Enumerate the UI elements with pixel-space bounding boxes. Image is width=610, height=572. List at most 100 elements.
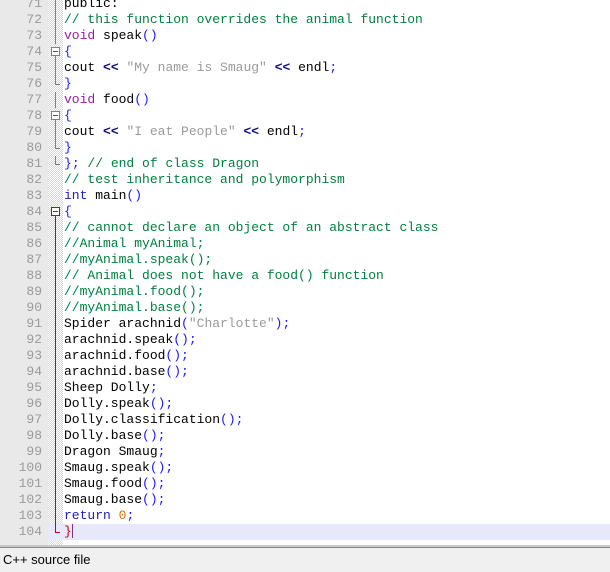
code-line[interactable]: 102 Smaug.base(); xyxy=(0,492,610,508)
code-text[interactable]: //myAnimal.speak(); xyxy=(63,252,610,268)
code-line[interactable]: 74 { xyxy=(0,44,610,60)
code-line[interactable]: 104} xyxy=(0,524,610,540)
code-text[interactable]: return 0; xyxy=(63,508,610,524)
code-line[interactable]: 95 Sheep Dolly; xyxy=(0,380,610,396)
line-number[interactable]: 85 xyxy=(0,220,48,236)
code-text[interactable]: Dolly.base(); xyxy=(63,428,610,444)
line-number[interactable]: 75 xyxy=(0,60,48,76)
fold-collapse-icon[interactable] xyxy=(51,47,60,56)
code-text[interactable]: }; // end of class Dragon xyxy=(63,156,610,172)
code-text[interactable]: Sheep Dolly; xyxy=(63,380,610,396)
code-line[interactable]: 96 Dolly.speak(); xyxy=(0,396,610,412)
code-text[interactable]: Dragon Smaug; xyxy=(63,444,610,460)
code-line[interactable]: 93 arachnid.food(); xyxy=(0,348,610,364)
code-text[interactable]: arachnid.base(); xyxy=(63,364,610,380)
fold-margin[interactable] xyxy=(48,460,63,476)
line-number[interactable]: 95 xyxy=(0,380,48,396)
line-number[interactable]: 88 xyxy=(0,268,48,284)
code-line[interactable]: 78 { xyxy=(0,108,610,124)
code-text[interactable]: Smaug.speak(); xyxy=(63,460,610,476)
code-text[interactable]: //myAnimal.food(); xyxy=(63,284,610,300)
code-text[interactable]: void food() xyxy=(63,92,610,108)
line-number[interactable]: 99 xyxy=(0,444,48,460)
fold-margin[interactable] xyxy=(48,44,63,60)
line-number[interactable]: 91 xyxy=(0,316,48,332)
fold-margin[interactable] xyxy=(48,204,63,220)
code-text[interactable]: Dolly.classification(); xyxy=(63,412,610,428)
code-line[interactable]: 87 //myAnimal.speak(); xyxy=(0,252,610,268)
fold-margin[interactable] xyxy=(48,236,63,252)
fold-margin[interactable] xyxy=(48,284,63,300)
fold-margin[interactable] xyxy=(48,380,63,396)
code-text[interactable]: } xyxy=(63,140,610,156)
line-number[interactable]: 103 xyxy=(0,508,48,524)
fold-margin[interactable] xyxy=(48,140,63,156)
code-line[interactable]: 71 public: xyxy=(0,0,610,12)
line-number[interactable]: 101 xyxy=(0,476,48,492)
code-line[interactable]: 88 // Animal does not have a food() funct… xyxy=(0,268,610,284)
code-line[interactable]: 73 void speak() xyxy=(0,28,610,44)
fold-margin[interactable] xyxy=(48,12,63,28)
code-line[interactable]: 76} xyxy=(0,76,610,92)
line-number[interactable]: 96 xyxy=(0,396,48,412)
code-text[interactable]: // cannot declare an object of an abstra… xyxy=(63,220,610,236)
code-text[interactable]: public: xyxy=(63,0,610,12)
fold-margin[interactable] xyxy=(48,252,63,268)
code-line[interactable]: 83 int main() xyxy=(0,188,610,204)
fold-margin[interactable] xyxy=(48,172,63,188)
code-line[interactable]: 99 Dragon Smaug; xyxy=(0,444,610,460)
code-line[interactable]: 89 //myAnimal.food(); xyxy=(0,284,610,300)
line-number[interactable]: 78 xyxy=(0,108,48,124)
code-line[interactable]: 82 // test inheritance and polymorphism xyxy=(0,172,610,188)
code-text[interactable]: Dolly.speak(); xyxy=(63,396,610,412)
code-line[interactable]: 101 Smaug.food(); xyxy=(0,476,610,492)
fold-margin[interactable] xyxy=(48,60,63,76)
code-text[interactable]: //Animal myAnimal; xyxy=(63,236,610,252)
line-number[interactable]: 98 xyxy=(0,428,48,444)
code-line[interactable]: 81}; // end of class Dragon xyxy=(0,156,610,172)
fold-margin[interactable] xyxy=(48,364,63,380)
line-number[interactable]: 97 xyxy=(0,412,48,428)
code-line[interactable]: 94 arachnid.base(); xyxy=(0,364,610,380)
line-number[interactable]: 72 xyxy=(0,12,48,28)
fold-margin[interactable] xyxy=(48,28,63,44)
line-number[interactable]: 94 xyxy=(0,364,48,380)
fold-margin[interactable] xyxy=(48,300,63,316)
code-text[interactable]: Smaug.base(); xyxy=(63,492,610,508)
fold-collapse-icon[interactable] xyxy=(51,111,60,120)
code-text[interactable]: Spider arachnid("Charlotte"); xyxy=(63,316,610,332)
code-line[interactable]: 85 // cannot declare an object of an abst… xyxy=(0,220,610,236)
line-number[interactable]: 104 xyxy=(0,524,48,540)
line-number[interactable]: 77 xyxy=(0,92,48,108)
code-text[interactable]: Smaug.food(); xyxy=(63,476,610,492)
code-line[interactable]: 92 arachnid.speak(); xyxy=(0,332,610,348)
line-number[interactable]: 90 xyxy=(0,300,48,316)
line-number[interactable]: 79 xyxy=(0,124,48,140)
code-line[interactable]: 84 { xyxy=(0,204,610,220)
code-line[interactable]: 79 cout << "I eat People" << endl; xyxy=(0,124,610,140)
line-number[interactable]: 102 xyxy=(0,492,48,508)
code-text[interactable]: cout << "I eat People" << endl; xyxy=(63,124,610,140)
code-text[interactable]: { xyxy=(63,44,610,60)
line-number[interactable]: 100 xyxy=(0,460,48,476)
line-number[interactable]: 76 xyxy=(0,76,48,92)
code-text[interactable]: // Animal does not have a food() functio… xyxy=(63,268,610,284)
line-number[interactable]: 84 xyxy=(0,204,48,220)
code-line[interactable]: 103 return 0; xyxy=(0,508,610,524)
fold-margin[interactable] xyxy=(48,220,63,236)
fold-margin[interactable] xyxy=(48,92,63,108)
fold-margin[interactable] xyxy=(48,348,63,364)
fold-margin[interactable] xyxy=(48,188,63,204)
code-text[interactable]: } xyxy=(63,524,610,540)
fold-margin[interactable] xyxy=(48,396,63,412)
editor-text-area[interactable]: 71 public: 72 // this function overrides th… xyxy=(0,0,610,547)
code-line[interactable]: 97 Dolly.classification(); xyxy=(0,412,610,428)
code-text[interactable]: void speak() xyxy=(63,28,610,44)
code-text[interactable]: // this function overrides the animal fu… xyxy=(63,12,610,28)
code-line[interactable]: 77 void food() xyxy=(0,92,610,108)
line-number[interactable]: 93 xyxy=(0,348,48,364)
line-number[interactable]: 74 xyxy=(0,44,48,60)
code-text[interactable]: int main() xyxy=(63,188,610,204)
code-text[interactable]: cout << "My name is Smaug" << endl; xyxy=(63,60,610,76)
line-number[interactable]: 80 xyxy=(0,140,48,156)
